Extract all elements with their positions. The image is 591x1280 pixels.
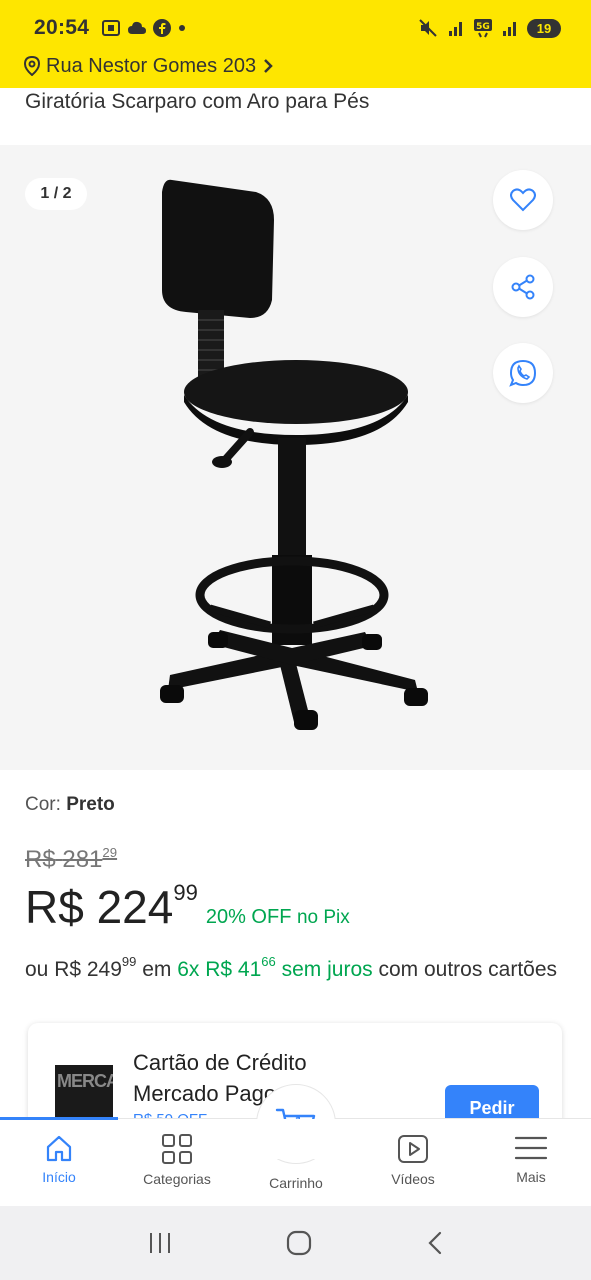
dot-icon: [179, 25, 186, 31]
system-navigation-bar: [0, 1206, 591, 1280]
color-value: Preto: [66, 794, 115, 815]
old-price-int: 281: [62, 846, 103, 873]
current-price-row: R$ 22499 20% OFF no Pix: [25, 880, 350, 934]
installment-em: em: [136, 958, 178, 981]
chevron-right-icon: [264, 59, 273, 73]
pix-discount: 20% OFF no Pix: [206, 906, 350, 929]
battery-indicator: 19: [527, 18, 561, 38]
cart-bubble-mask: [240, 1119, 352, 1159]
menu-icon: [514, 1136, 548, 1160]
location-pin-icon: [24, 56, 40, 76]
discount-text: 20% OFF: [205, 906, 292, 928]
whatsapp-share-button[interactable]: [493, 343, 553, 403]
product-image[interactable]: [150, 170, 440, 740]
back-icon[interactable]: [425, 1230, 445, 1256]
color-selection: Cor: Preto: [25, 794, 115, 816]
installment-total-cents: 99: [121, 954, 137, 970]
original-price: R$ 28129: [25, 844, 118, 874]
address-text: Rua Nestor Gomes 203: [46, 54, 257, 77]
nav-item-more[interactable]: Mais: [472, 1119, 590, 1207]
old-price-cents: 29: [102, 844, 118, 860]
status-system-icons: 5G 19: [419, 18, 561, 38]
price-currency: R$: [25, 881, 84, 933]
price-cents: 99: [173, 880, 198, 906]
installments-info: ou R$ 24999 em 6x R$ 4166 sem juros com …: [25, 950, 575, 984]
screenshot-icon: [102, 20, 121, 36]
status-time: 20:54: [34, 16, 90, 39]
nav-item-videos[interactable]: Vídeos: [354, 1119, 472, 1207]
play-icon: [398, 1135, 428, 1163]
heart-icon: [510, 188, 536, 212]
old-price-currency: R$: [25, 846, 56, 873]
nav-item-categories[interactable]: Categorias: [118, 1119, 236, 1207]
home-icon: [46, 1135, 72, 1162]
status-bar: 20:54 5G 19: [0, 0, 591, 56]
whatsapp-icon: [509, 359, 537, 387]
status-notification-icons: [101, 19, 187, 37]
nav-label-categories: Categorias: [143, 1171, 211, 1187]
cloud-icon: [128, 21, 147, 34]
home-button-icon[interactable]: [286, 1230, 312, 1256]
mute-vibrate-icon: [419, 19, 437, 37]
share-icon: [511, 274, 535, 300]
facebook-icon: [153, 19, 172, 37]
nav-label-home: Início: [42, 1169, 76, 1185]
installment-total: ou R$ 249: [25, 958, 122, 981]
nav-label-cart: Carrinho: [269, 1175, 323, 1191]
price-int: 224: [96, 881, 174, 933]
5g-icon: 5G: [474, 19, 492, 38]
nav-item-home[interactable]: Início: [0, 1119, 118, 1207]
grid-icon: [162, 1134, 192, 1164]
svg-text:5G: 5G: [476, 22, 490, 32]
share-button[interactable]: [493, 257, 553, 317]
image-page-indicator: 1 / 2: [25, 178, 87, 210]
signal-icon: [449, 22, 462, 36]
product-gallery[interactable]: 1 / 2: [0, 145, 591, 770]
signal-icon-2: [503, 22, 516, 36]
delivery-address[interactable]: Rua Nestor Gomes 203: [24, 53, 274, 79]
installment-interest: sem juros: [275, 958, 373, 981]
nav-label-videos: Vídeos: [391, 1171, 435, 1187]
color-label: Cor:: [25, 794, 67, 815]
favorite-button[interactable]: [493, 170, 553, 230]
installment-value: 6x R$ 41: [177, 958, 262, 981]
recent-apps-icon[interactable]: [147, 1231, 173, 1255]
installment-suffix: com outros cartões: [372, 958, 558, 981]
product-title: Giratória Scarparo com Aro para Pés: [25, 90, 370, 113]
installment-value-cents: 66: [261, 954, 276, 970]
current-price: R$ 22499: [25, 880, 198, 934]
discount-suffix: no Pix: [296, 907, 350, 928]
nav-label-more: Mais: [516, 1169, 546, 1185]
